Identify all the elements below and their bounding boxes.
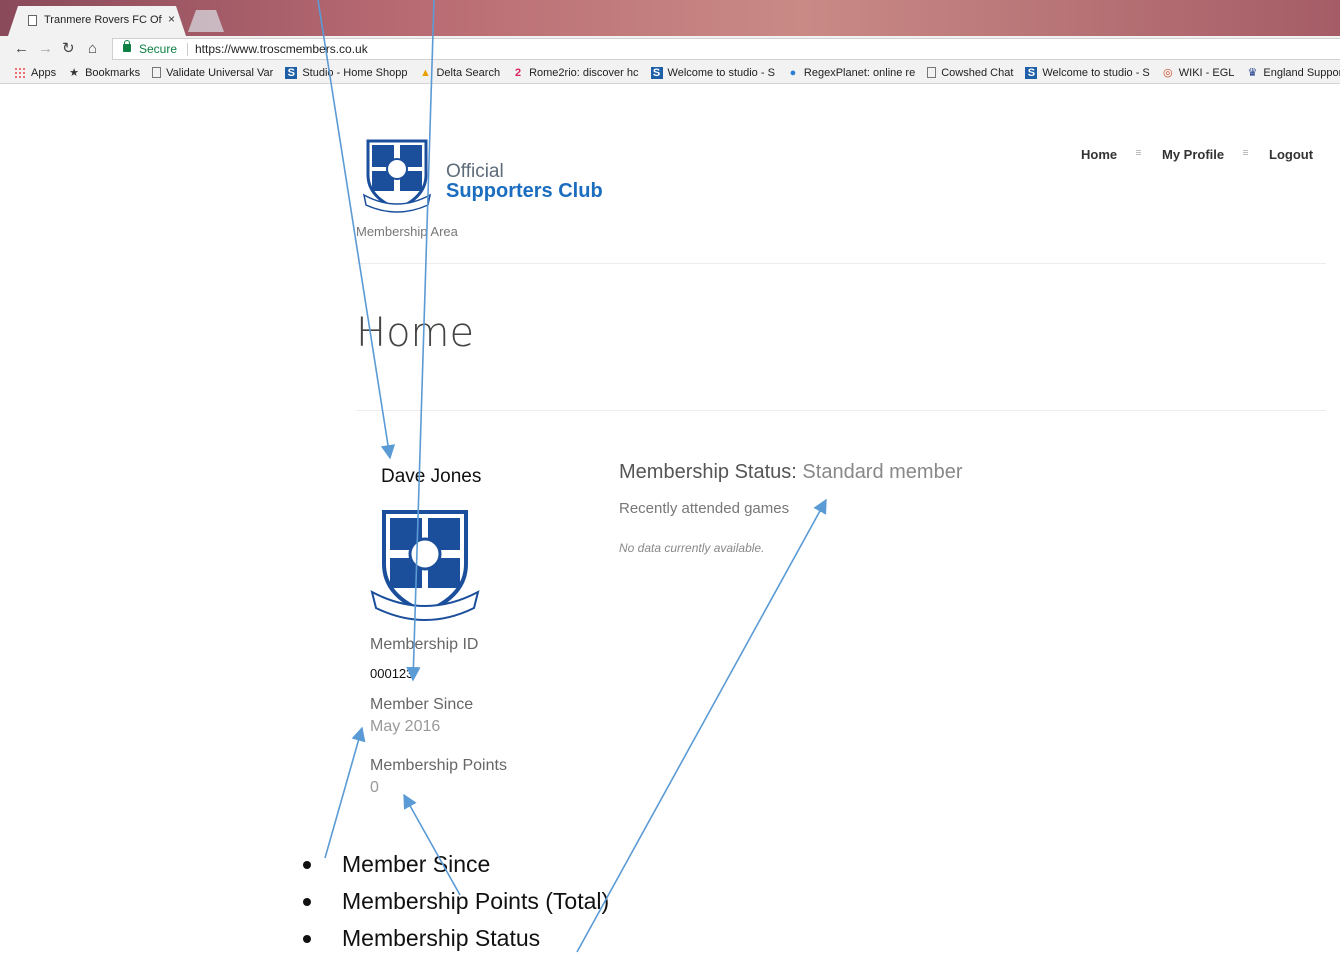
address-divider — [187, 43, 188, 56]
browser-toolbar: ← → ↻ ⌂ Secure https://www.troscmembers.… — [0, 36, 1340, 62]
bookmarks-bar: Apps ★ Bookmarks Validate Universal Var S… — [0, 62, 1340, 84]
page-icon — [152, 67, 162, 78]
title-divider — [356, 410, 1326, 411]
membership-status: Membership Status: Standard member — [619, 461, 963, 484]
membership-points-label: Membership Points — [370, 757, 507, 774]
nav-separator — [1136, 150, 1141, 155]
studio-s-icon: S — [1025, 66, 1038, 79]
star-icon: ★ — [69, 66, 80, 79]
member-club-crest — [370, 510, 480, 621]
bookmark-rome2rio[interactable]: 2 Rome2rio: discover hc — [512, 66, 639, 79]
lock-icon — [123, 40, 131, 52]
membership-status-label: Membership Status: — [619, 461, 797, 483]
studio-s-icon: S — [650, 66, 663, 79]
bookmark-validate-universal[interactable]: Validate Universal Var — [152, 67, 273, 79]
rome2rio-icon: 2 — [515, 66, 522, 79]
tab-title: Tranmere Rovers FC Offic — [44, 14, 162, 26]
secure-label: Secure — [139, 42, 178, 56]
studio-s-icon: S — [285, 66, 298, 79]
bookmark-delta-search[interactable]: ▲ Delta Search — [419, 67, 500, 79]
member-since-label: Member Since — [370, 696, 474, 713]
nav-separator — [1243, 150, 1248, 155]
bookmark-studio-home[interactable]: S Studio - Home Shopp — [285, 66, 407, 79]
globe-icon: ● — [789, 66, 797, 79]
bookmark-wiki-egl[interactable]: ◎ WIKI - EGL — [1162, 66, 1234, 79]
apps-grid-icon — [14, 66, 26, 79]
arrow-to-membership-status — [576, 498, 827, 953]
bookmark-england-supporters[interactable]: ♛England Supporte — [1246, 67, 1340, 79]
member-name: Dave Jones — [381, 466, 482, 487]
bookmark-welcome-studio-2[interactable]: S Welcome to studio - S — [1025, 66, 1150, 79]
reload-icon[interactable]: ↻ — [62, 39, 75, 59]
bookmark-welcome-studio-1[interactable]: S Welcome to studio - S — [650, 66, 775, 79]
url-text[interactable]: https://www.troscmembers.co.uk — [195, 39, 368, 59]
member-since-value: May 2016 — [370, 718, 441, 735]
arrow-to-member-since — [324, 726, 366, 859]
bookmark-cowshed-chat[interactable]: Cowshed Chat — [927, 67, 1013, 79]
annotation-bullet-list: Member Since Membership Points (Total) M… — [303, 848, 609, 959]
nav-logout-link[interactable]: Logout — [1269, 147, 1313, 162]
membership-status-value: Standard member — [802, 461, 963, 483]
bookmark-apps[interactable]: Apps — [14, 66, 56, 79]
page-title: Home — [356, 310, 475, 356]
brand-supporters-club-text: Supporters Club — [446, 180, 603, 202]
membership-id-value: 000123 — [370, 666, 414, 681]
annotation-bullet-member-since: Member Since — [303, 848, 609, 885]
bookmark-bookmarks[interactable]: ★ Bookmarks — [68, 67, 140, 79]
no-data-message: No data currently available. — [619, 541, 765, 555]
membership-area-tagline: Membership Area — [356, 224, 458, 239]
page-icon — [927, 67, 937, 78]
forward-arrow-icon[interactable]: → — [38, 39, 53, 59]
membership-id-label: Membership ID — [370, 636, 479, 653]
club-crest-logo[interactable] — [362, 139, 432, 213]
nav-home-link[interactable]: Home — [1081, 147, 1117, 162]
back-arrow-icon[interactable]: ← — [14, 39, 29, 59]
browser-tab-active[interactable]: Tranmere Rovers FC Offic × — [8, 6, 186, 36]
bookmark-regexplanet[interactable]: ● RegexPlanet: online re — [787, 66, 916, 79]
delta-icon: ▲ — [420, 66, 431, 79]
england-crest-icon: ♛ — [1247, 66, 1258, 79]
recently-attended-heading: Recently attended games — [619, 500, 790, 517]
wiki-icon: ◎ — [1162, 66, 1173, 79]
nav-my-profile-link[interactable]: My Profile — [1162, 147, 1224, 162]
header-divider — [356, 263, 1326, 264]
home-icon[interactable]: ⌂ — [88, 39, 97, 59]
browser-tab-strip: Tranmere Rovers FC Offic × — [0, 0, 1340, 36]
annotation-bullet-points: Membership Points (Total) — [303, 885, 609, 922]
tab-close-icon[interactable]: × — [168, 12, 175, 26]
address-bar[interactable]: Secure https://www.troscmembers.co.uk — [112, 38, 1340, 60]
page-icon — [28, 15, 37, 26]
annotation-bullet-status: Membership Status — [303, 922, 609, 959]
new-tab-button[interactable] — [188, 10, 224, 32]
membership-points-value: 0 — [370, 779, 379, 796]
